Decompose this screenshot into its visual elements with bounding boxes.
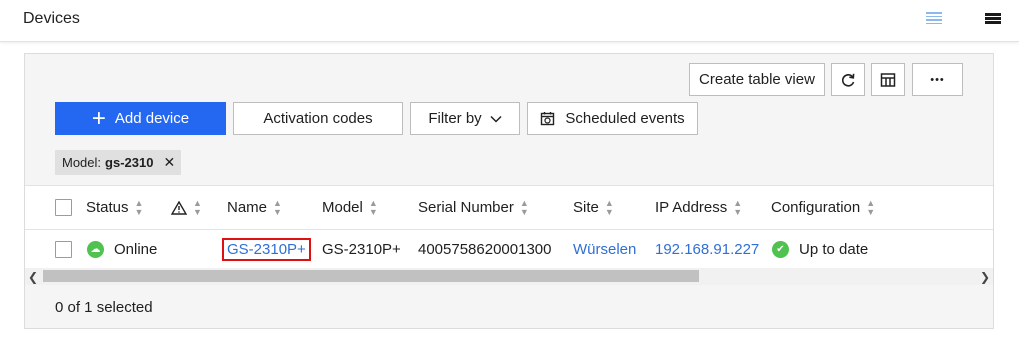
plus-icon: +	[91, 104, 106, 132]
site-link[interactable]: Würselen	[573, 230, 636, 268]
column-header-alerts[interactable]: ▲ ▼	[171, 186, 202, 229]
horizontal-scrollbar[interactable]: ❮ ❯	[25, 268, 993, 285]
devices-table: Status ▲ ▼ ▲ ▼ Name ▲ ▼ Model ▲ ▼ Serial Number…	[25, 185, 993, 285]
calendar-clock-icon	[541, 112, 555, 126]
add-device-label: Add device	[114, 110, 190, 127]
scroll-right-icon[interactable]: ❯	[977, 268, 993, 285]
configuration-cell: ✔ Up to date	[772, 230, 868, 268]
filter-chip-key: Model:	[62, 155, 102, 170]
cloud-online-icon: ☁	[87, 240, 104, 258]
scheduled-events-label: Scheduled events	[565, 110, 685, 127]
scroll-left-icon[interactable]: ❮	[25, 268, 41, 285]
column-header-configuration[interactable]: Configuration ▲ ▼	[771, 186, 875, 229]
row-checkbox[interactable]	[55, 230, 72, 268]
sort-icon: ▲ ▼	[866, 197, 876, 217]
selection-count: 0 of 1 selected	[55, 299, 153, 316]
filter-by-label: Filter by	[428, 110, 482, 127]
model-cell: GS-2310P+	[322, 240, 401, 258]
column-header-status[interactable]: Status ▲ ▼	[86, 186, 143, 229]
columns-button[interactable]	[871, 63, 905, 96]
warning-icon	[171, 200, 187, 215]
filter-chip-model: Model: gs-2310 ✕	[55, 150, 181, 175]
name-cell: GS-2310P+	[222, 230, 311, 268]
compact-view-icon[interactable]	[985, 13, 1001, 26]
table-header: Status ▲ ▼ ▲ ▼ Name ▲ ▼ Model ▲ ▼ Serial Number…	[25, 186, 993, 230]
close-icon[interactable]: ✕	[163, 154, 175, 171]
page-title: Devices	[23, 10, 80, 27]
column-header-serial-number[interactable]: Serial Number ▲ ▼	[418, 186, 529, 229]
filter-by-button[interactable]: Filter by	[410, 102, 520, 135]
sort-icon: ▲ ▼	[733, 197, 743, 217]
sort-icon: ▲ ▼	[273, 197, 282, 217]
sort-icon: ▲ ▼	[604, 197, 614, 217]
create-table-view-button[interactable]: Create table view	[689, 63, 825, 96]
device-name-link[interactable]: GS-2310P+	[222, 237, 311, 261]
column-header-model[interactable]: Model ▲ ▼	[322, 186, 378, 229]
column-header-name[interactable]: Name ▲ ▼	[227, 186, 282, 229]
sort-icon: ▲ ▼	[193, 197, 202, 217]
serial-number-cell: 4005758620001300	[418, 240, 552, 258]
column-header-site[interactable]: Site ▲ ▼	[573, 186, 614, 229]
more-options-button[interactable]: •••	[912, 63, 963, 96]
chevron-down-icon	[490, 115, 502, 123]
add-device-button[interactable]: + Add device	[55, 102, 226, 135]
refresh-button[interactable]	[831, 63, 865, 96]
column-header-ip-address[interactable]: IP Address ▲ ▼	[655, 186, 742, 229]
top-bar: Devices	[0, 0, 1019, 42]
list-view-icon[interactable]	[926, 12, 942, 26]
ip-address-link[interactable]: 192.168.91.227	[655, 230, 759, 268]
sort-icon: ▲ ▼	[519, 197, 529, 217]
sort-icon: ▲ ▼	[368, 197, 378, 217]
refresh-icon	[842, 73, 855, 87]
status-cell: ☁ Online	[87, 230, 157, 268]
table-row[interactable]: ☁ Online GS-2310P+ GS-2310P+ 40057586200…	[25, 230, 993, 268]
select-all-checkbox[interactable]	[55, 186, 72, 229]
devices-panel: Create table view ••• + Add device Activ…	[24, 53, 994, 329]
sort-icon: ▲ ▼	[134, 197, 144, 217]
filter-chip-value: gs-2310	[105, 155, 154, 170]
scrollbar-thumb[interactable]	[43, 270, 699, 282]
check-circle-icon: ✔	[772, 240, 789, 258]
columns-icon	[880, 72, 896, 87]
activation-codes-button[interactable]: Activation codes	[233, 102, 403, 135]
scheduled-events-button[interactable]: Scheduled events	[527, 102, 698, 135]
